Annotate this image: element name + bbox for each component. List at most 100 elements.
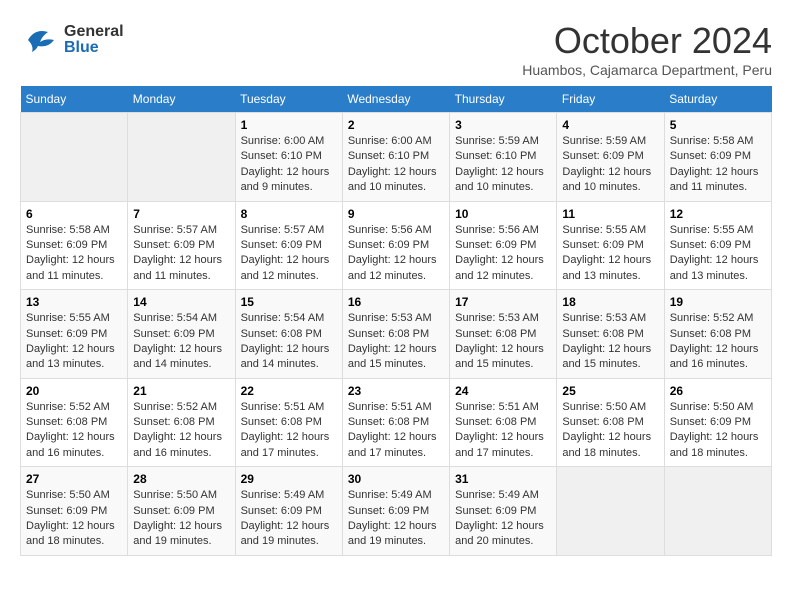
calendar-day-header: Sunday: [21, 86, 128, 113]
cell-sun-info: Sunrise: 5:50 AM Sunset: 6:09 PM Dayligh…: [133, 488, 229, 550]
calendar-table: SundayMondayTuesdayWednesdayThursdayFrid…: [20, 86, 772, 556]
cell-sun-info: Sunrise: 5:49 AM Sunset: 6:09 PM Dayligh…: [241, 488, 337, 550]
day-number: 28: [133, 472, 229, 486]
calendar-cell: 26Sunrise: 5:50 AM Sunset: 6:09 PM Dayli…: [664, 378, 771, 467]
day-number: 16: [348, 295, 444, 309]
calendar-cell: 13 Sunrise: 5:55 AM Sunset: 6:09 PM Dayli…: [21, 290, 128, 379]
cell-sun-info: Sunrise: 5:58 AM Sunset: 6:09 PM Dayligh…: [26, 223, 122, 285]
calendar-cell: 16Sunrise: 5:53 AM Sunset: 6:08 PM Dayli…: [342, 290, 449, 379]
calendar-cell: 30 Sunrise: 5:49 AM Sunset: 6:09 PM Dayli…: [342, 467, 449, 556]
calendar-cell: 29Sunrise: 5:49 AM Sunset: 6:09 PM Dayli…: [235, 467, 342, 556]
day-number: 7: [133, 207, 229, 221]
day-number: 6: [26, 207, 122, 221]
calendar-cell: 27 Sunrise: 5:50 AM Sunset: 6:09 PM Dayli…: [21, 467, 128, 556]
calendar-week-row: 1 Sunrise: 6:00 AM Sunset: 6:10 PM Daylig…: [21, 113, 772, 202]
title-section: October 2024 Huambos, Cajamarca Departme…: [522, 20, 772, 78]
cell-sun-info: Sunrise: 6:00 AM Sunset: 6:10 PM Dayligh…: [348, 134, 444, 196]
day-number: 13: [26, 295, 122, 309]
cell-sun-info: Sunrise: 5:53 AM Sunset: 6:08 PM Dayligh…: [455, 311, 551, 373]
cell-sun-info: Sunrise: 5:49 AM Sunset: 6:09 PM Dayligh…: [348, 488, 444, 550]
day-number: 27: [26, 472, 122, 486]
day-number: 24: [455, 384, 551, 398]
day-number: 22: [241, 384, 337, 398]
calendar-cell: [21, 113, 128, 202]
cell-sun-info: Sunrise: 5:52 AM Sunset: 6:08 PM Dayligh…: [133, 400, 229, 462]
cell-sun-info: Sunrise: 5:58 AM Sunset: 6:09 PM Dayligh…: [670, 134, 766, 196]
calendar-day-header: Wednesday: [342, 86, 449, 113]
cell-sun-info: Sunrise: 5:55 AM Sunset: 6:09 PM Dayligh…: [26, 311, 122, 373]
day-number: 8: [241, 207, 337, 221]
calendar-cell: 7 Sunrise: 5:57 AM Sunset: 6:09 PM Daylig…: [128, 201, 235, 290]
calendar-cell: 12Sunrise: 5:55 AM Sunset: 6:09 PM Dayli…: [664, 201, 771, 290]
cell-sun-info: Sunrise: 5:51 AM Sunset: 6:08 PM Dayligh…: [241, 400, 337, 462]
calendar-day-header: Monday: [128, 86, 235, 113]
day-number: 26: [670, 384, 766, 398]
calendar-day-header: Tuesday: [235, 86, 342, 113]
day-number: 23: [348, 384, 444, 398]
calendar-cell: 2 Sunrise: 6:00 AM Sunset: 6:10 PM Daylig…: [342, 113, 449, 202]
calendar-cell: 25Sunrise: 5:50 AM Sunset: 6:08 PM Dayli…: [557, 378, 664, 467]
calendar-cell: 28 Sunrise: 5:50 AM Sunset: 6:09 PM Dayli…: [128, 467, 235, 556]
calendar-cell: 8 Sunrise: 5:57 AM Sunset: 6:09 PM Daylig…: [235, 201, 342, 290]
calendar-week-row: 6 Sunrise: 5:58 AM Sunset: 6:09 PM Daylig…: [21, 201, 772, 290]
location-subtitle: Huambos, Cajamarca Department, Peru: [522, 62, 772, 78]
cell-sun-info: Sunrise: 5:54 AM Sunset: 6:09 PM Dayligh…: [133, 311, 229, 373]
calendar-week-row: 20 Sunrise: 5:52 AM Sunset: 6:08 PM Dayli…: [21, 378, 772, 467]
calendar-cell: 23 Sunrise: 5:51 AM Sunset: 6:08 PM Dayli…: [342, 378, 449, 467]
calendar-cell: 10Sunrise: 5:56 AM Sunset: 6:09 PM Dayli…: [450, 201, 557, 290]
logo-bird-icon: [20, 20, 60, 60]
logo-text: General Blue: [64, 24, 124, 56]
calendar-cell: 9 Sunrise: 5:56 AM Sunset: 6:09 PM Daylig…: [342, 201, 449, 290]
logo: General Blue: [20, 20, 124, 60]
day-number: 25: [562, 384, 658, 398]
cell-sun-info: Sunrise: 5:55 AM Sunset: 6:09 PM Dayligh…: [670, 223, 766, 285]
calendar-cell: 6 Sunrise: 5:58 AM Sunset: 6:09 PM Daylig…: [21, 201, 128, 290]
day-number: 9: [348, 207, 444, 221]
day-number: 20: [26, 384, 122, 398]
calendar-day-header: Friday: [557, 86, 664, 113]
cell-sun-info: Sunrise: 5:50 AM Sunset: 6:09 PM Dayligh…: [26, 488, 122, 550]
calendar-week-row: 27 Sunrise: 5:50 AM Sunset: 6:09 PM Dayli…: [21, 467, 772, 556]
cell-sun-info: Sunrise: 5:56 AM Sunset: 6:09 PM Dayligh…: [455, 223, 551, 285]
calendar-header-row: SundayMondayTuesdayWednesdayThursdayFrid…: [21, 86, 772, 113]
cell-sun-info: Sunrise: 5:59 AM Sunset: 6:09 PM Dayligh…: [562, 134, 658, 196]
cell-sun-info: Sunrise: 5:53 AM Sunset: 6:08 PM Dayligh…: [562, 311, 658, 373]
calendar-day-header: Thursday: [450, 86, 557, 113]
cell-sun-info: Sunrise: 5:54 AM Sunset: 6:08 PM Dayligh…: [241, 311, 337, 373]
day-number: 17: [455, 295, 551, 309]
day-number: 2: [348, 118, 444, 132]
calendar-cell: 1Sunrise: 6:00 AM Sunset: 6:10 PM Daylig…: [235, 113, 342, 202]
cell-sun-info: Sunrise: 5:51 AM Sunset: 6:08 PM Dayligh…: [455, 400, 551, 462]
day-number: 30: [348, 472, 444, 486]
cell-sun-info: Sunrise: 5:52 AM Sunset: 6:08 PM Dayligh…: [670, 311, 766, 373]
cell-sun-info: Sunrise: 5:55 AM Sunset: 6:09 PM Dayligh…: [562, 223, 658, 285]
cell-sun-info: Sunrise: 5:57 AM Sunset: 6:09 PM Dayligh…: [241, 223, 337, 285]
calendar-cell: 5Sunrise: 5:58 AM Sunset: 6:09 PM Daylig…: [664, 113, 771, 202]
calendar-cell: 21 Sunrise: 5:52 AM Sunset: 6:08 PM Dayli…: [128, 378, 235, 467]
day-number: 31: [455, 472, 551, 486]
calendar-day-header: Saturday: [664, 86, 771, 113]
logo-general-text: General: [64, 24, 124, 40]
calendar-cell: 3Sunrise: 5:59 AM Sunset: 6:10 PM Daylig…: [450, 113, 557, 202]
calendar-cell: 18Sunrise: 5:53 AM Sunset: 6:08 PM Dayli…: [557, 290, 664, 379]
day-number: 1: [241, 118, 337, 132]
calendar-cell: 4 Sunrise: 5:59 AM Sunset: 6:09 PM Daylig…: [557, 113, 664, 202]
calendar-cell: 22 Sunrise: 5:51 AM Sunset: 6:08 PM Dayli…: [235, 378, 342, 467]
day-number: 15: [241, 295, 337, 309]
calendar-cell: 17 Sunrise: 5:53 AM Sunset: 6:08 PM Dayli…: [450, 290, 557, 379]
calendar-cell: 20Sunrise: 5:52 AM Sunset: 6:08 PM Dayli…: [21, 378, 128, 467]
page-header: General Blue October 2024 Huambos, Cajam…: [20, 20, 772, 78]
calendar-cell: [128, 113, 235, 202]
day-number: 4: [562, 118, 658, 132]
cell-sun-info: Sunrise: 5:49 AM Sunset: 6:09 PM Dayligh…: [455, 488, 551, 550]
cell-sun-info: Sunrise: 5:51 AM Sunset: 6:08 PM Dayligh…: [348, 400, 444, 462]
cell-sun-info: Sunrise: 5:57 AM Sunset: 6:09 PM Dayligh…: [133, 223, 229, 285]
cell-sun-info: Sunrise: 5:56 AM Sunset: 6:09 PM Dayligh…: [348, 223, 444, 285]
day-number: 21: [133, 384, 229, 398]
calendar-cell: 24 Sunrise: 5:51 AM Sunset: 6:08 PM Dayli…: [450, 378, 557, 467]
day-number: 19: [670, 295, 766, 309]
day-number: 14: [133, 295, 229, 309]
calendar-cell: 15 Sunrise: 5:54 AM Sunset: 6:08 PM Dayli…: [235, 290, 342, 379]
calendar-cell: [664, 467, 771, 556]
month-title: October 2024: [522, 20, 772, 62]
